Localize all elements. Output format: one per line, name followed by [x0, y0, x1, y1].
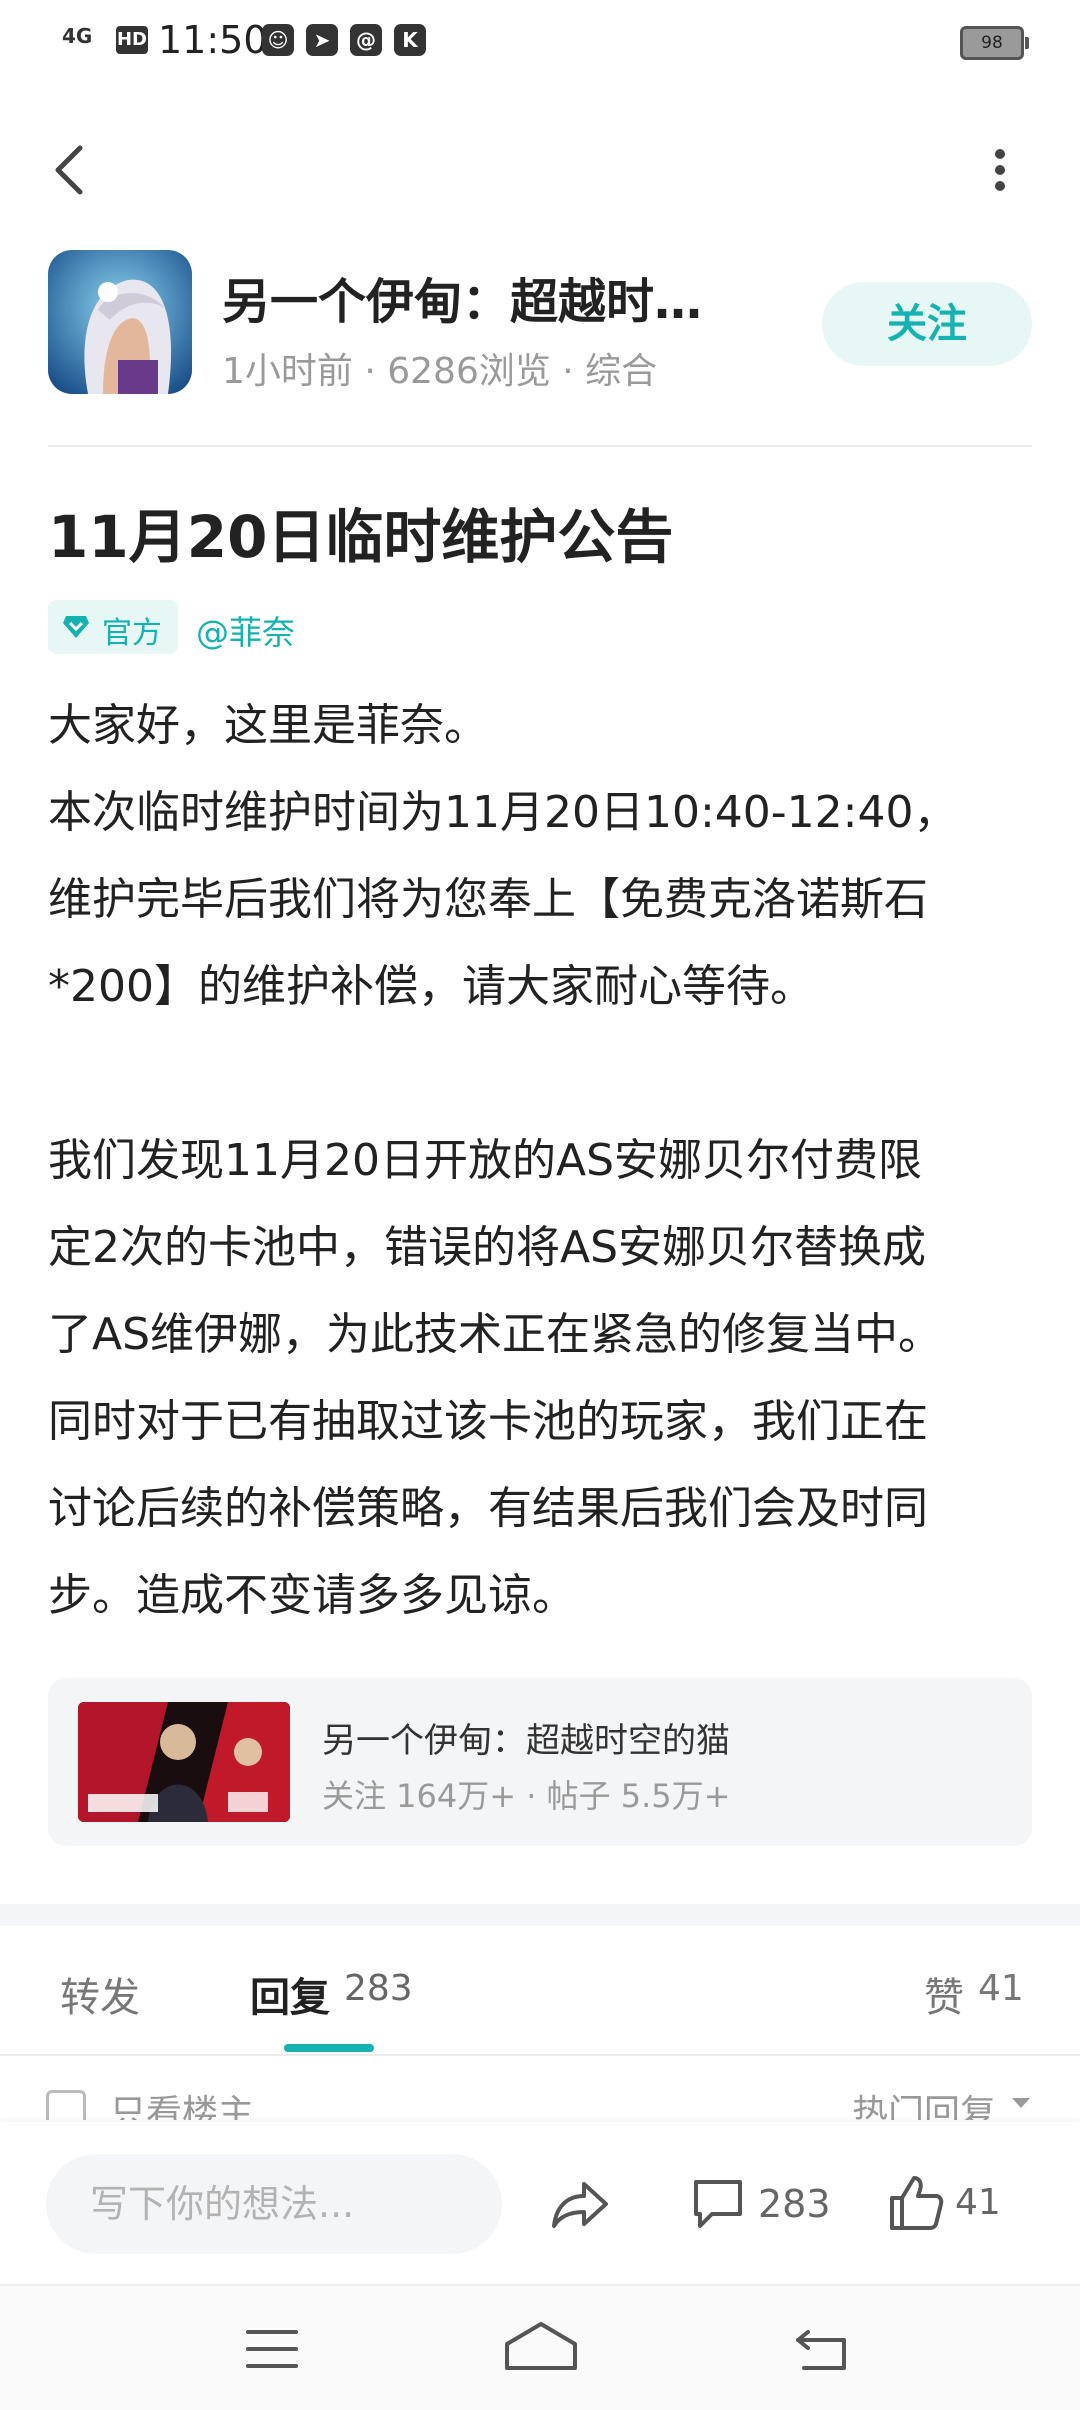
caret-down-icon — [1012, 2098, 1030, 2108]
share-icon — [552, 2182, 608, 2228]
body-line: 定2次的卡池中，错误的将AS安娜贝尔替换成 — [48, 1222, 927, 1273]
home-button[interactable] — [503, 2318, 579, 2378]
k-app-icon: K — [394, 24, 426, 56]
comment-input[interactable]: 写下你的想法... — [46, 2154, 502, 2254]
like-count: 41 — [978, 1968, 1024, 2009]
body-line: *200】的维护补偿，请大家耐心等待。 — [48, 961, 814, 1012]
home-icon — [505, 2322, 577, 2370]
body-line: 大家好，这里是菲奈。 — [48, 700, 488, 751]
active-tab-indicator — [284, 2044, 374, 2052]
official-tag-label: 官方 — [102, 616, 162, 651]
official-tag: 官方 — [48, 600, 178, 654]
search-app-icon: @ — [350, 24, 382, 56]
body-line: 本次临时维护时间为11月20日10:40-12:40， — [48, 787, 958, 838]
like-count-bottom: 41 — [955, 2182, 1001, 2223]
return-arrow-icon — [796, 2330, 846, 2370]
comment-button[interactable] — [690, 2176, 746, 2236]
tab-like[interactable]: 赞 — [924, 1965, 964, 2023]
only-op-checkbox[interactable] — [46, 2090, 86, 2120]
sort-dropdown[interactable]: 热门回复 — [852, 2084, 996, 2120]
game-avatar[interactable] — [48, 250, 192, 394]
tab-repost[interactable]: 转发 — [60, 1965, 140, 2023]
game-card-image — [78, 1702, 290, 1822]
body-line — [48, 1030, 1048, 1117]
system-back-button[interactable] — [794, 2326, 850, 2376]
telegram-icon: ➤ — [306, 24, 338, 56]
mention-link[interactable]: @菲奈 — [196, 606, 295, 654]
body-line: 维护完毕后我们将为您奉上【免费克洛诺斯石 — [48, 874, 928, 925]
divider — [0, 2054, 1080, 2056]
section-separator — [0, 1904, 1080, 1926]
recent-apps-button[interactable] — [244, 2326, 300, 2376]
menu-lines-icon — [246, 2330, 298, 2368]
reply-count: 283 — [344, 1968, 413, 2009]
back-button[interactable] — [44, 130, 104, 210]
only-op-label[interactable]: 只看楼主 — [110, 2084, 254, 2120]
vertical-dots-icon — [995, 149, 1005, 191]
hd-badge: HD — [116, 26, 148, 54]
chevron-left-icon — [55, 145, 83, 195]
body-line: 讨论后续的补偿策略，有结果后我们会及时同 — [48, 1483, 928, 1534]
post-body: 大家好，这里是菲奈。 本次临时维护时间为11月20日10:40-12:40， 维… — [48, 682, 1048, 1639]
body-line: 了AS维伊娜，为此技术正在紧急的修复当中。 — [48, 1309, 943, 1360]
battery-indicator: 98 — [960, 26, 1029, 60]
like-button[interactable] — [888, 2172, 944, 2236]
post-title: 11月20日临时维护公告 — [48, 503, 674, 571]
game-banner-image — [78, 1702, 290, 1822]
status-time: 11:50 — [158, 18, 268, 62]
game-card-meta: 关注 164万+ · 帖子 5.5万+ — [322, 1777, 731, 1815]
body-line: 步。造成不变请多多见谅。 — [48, 1570, 576, 1621]
cat-app-icon: ☺ — [262, 24, 294, 56]
divider — [48, 445, 1032, 447]
game-character-image — [48, 250, 192, 394]
follow-button[interactable]: 关注 — [822, 282, 1032, 366]
comment-count: 283 — [758, 2182, 831, 2226]
reply-filter-row: 只看楼主 热门回复 — [0, 2080, 1080, 2120]
signal-indicator: 4G — [62, 24, 93, 48]
game-card-title: 另一个伊甸：超越时空的猫 — [322, 1721, 730, 1761]
body-line: 同时对于已有抽取过该卡池的玩家，我们正在 — [48, 1396, 928, 1447]
thumbs-up-icon — [890, 2176, 944, 2230]
more-button[interactable] — [970, 130, 1030, 210]
body-line: 我们发现11月20日开放的AS安娜贝尔付费限 — [48, 1135, 923, 1186]
comment-icon — [694, 2180, 742, 2228]
author-name[interactable]: 另一个伊甸：超越时… — [222, 262, 702, 332]
status-bar: 4G HD 11:50 ☺ ➤ @ K 98 — [0, 0, 1080, 80]
diamond-icon — [63, 616, 89, 638]
share-button[interactable] — [550, 2176, 612, 2236]
tab-reply[interactable]: 回复 — [250, 1965, 330, 2023]
post-meta: 1小时前 · 6286浏览 · 综合 — [222, 351, 658, 392]
